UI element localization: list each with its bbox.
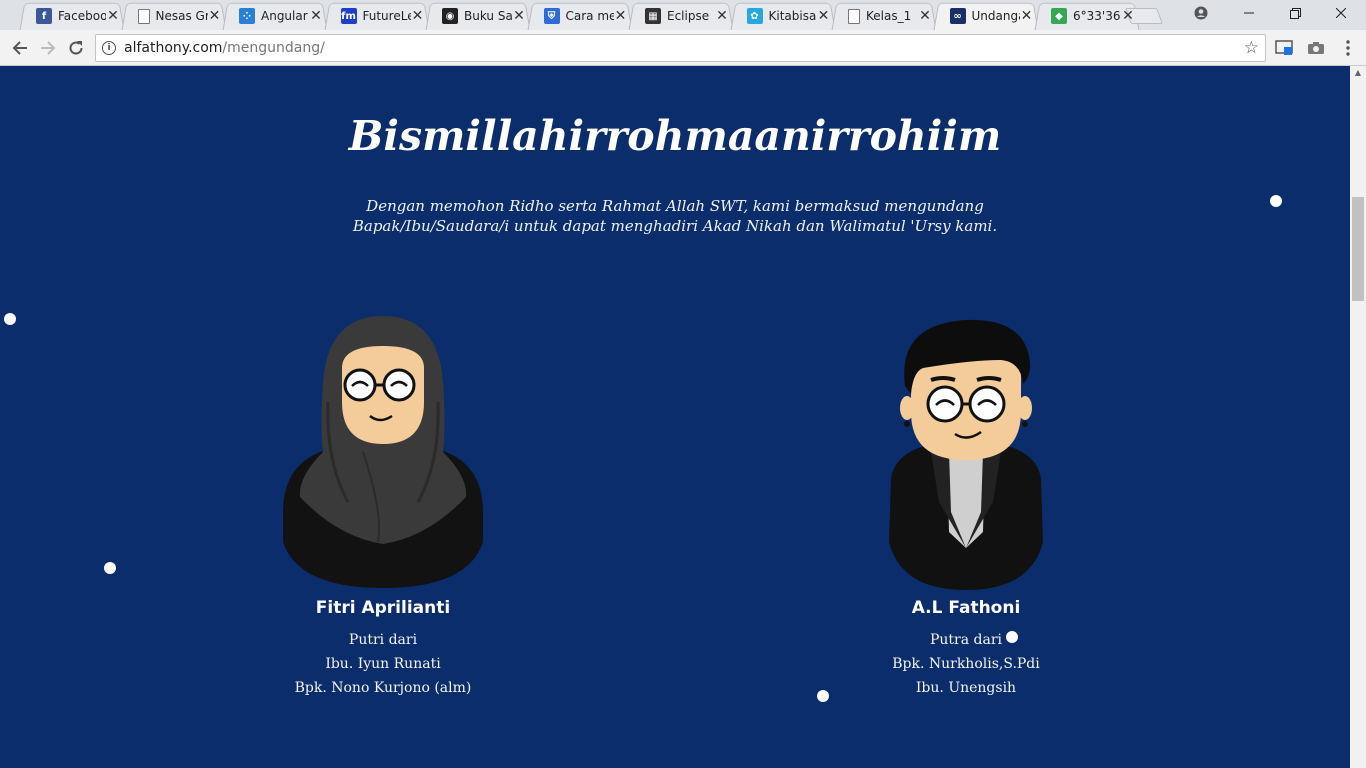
decorative-dot <box>817 690 829 702</box>
profile-icon[interactable] <box>1178 0 1224 26</box>
browser-tab[interactable]: Kelas_1 ✕ <box>828 2 940 30</box>
camera-extension-icon[interactable] <box>1306 38 1326 58</box>
browser-tab[interactable]: Nesas Gratis✕ <box>118 2 230 30</box>
facebook-icon: f <box>36 8 52 24</box>
eclipse-icon: ▦ <box>645 8 661 24</box>
url-path: /mengundang/ <box>222 40 325 56</box>
scroll-thumb[interactable] <box>1352 197 1364 301</box>
tab-title: Kelas_1 <box>866 9 912 23</box>
tab-title: Kitabisa <box>768 9 817 23</box>
browser-tab[interactable]: ▦ Eclipse ✕ <box>625 2 737 30</box>
groom-relation: Putra dari <box>929 632 1003 648</box>
angular-dots-icon: ⁘ <box>239 8 255 24</box>
decorative-dot <box>1006 631 1018 643</box>
bride-relation: Putri dari <box>348 632 418 648</box>
groom-card: A.L Fathoni Putra dari Bpk. Nurkholis,S.… <box>816 312 1116 700</box>
bookmark-star-icon[interactable]: ☆ <box>1244 38 1259 58</box>
rings-icon: ∞ <box>949 8 966 24</box>
tab-title: Eclipse <box>667 9 710 23</box>
invitation-intro: Dengan memohon Ridho serta Rahmat Allah … <box>300 196 1050 236</box>
kitabisa-icon: ✿ <box>746 8 763 24</box>
page-icon <box>137 8 150 24</box>
browser-tab[interactable]: fm FutureLearn✕ <box>321 2 433 30</box>
decorative-dot <box>104 562 116 574</box>
back-button[interactable] <box>8 36 32 60</box>
page-scrollbar[interactable]: ▲ <box>1350 66 1366 768</box>
forward-button[interactable] <box>36 36 60 60</box>
scroll-up-arrow-icon[interactable]: ▲ <box>1350 66 1366 80</box>
decorative-dot <box>4 313 16 325</box>
browser-tab[interactable]: ✿ Kitabisa ✕ <box>727 2 839 30</box>
browser-tab[interactable]: ⛨ Cara membuat✕ <box>524 2 636 30</box>
tab-title: Buku Saku <box>464 9 512 23</box>
invitation-page: Bismillahirrohmaanirrohiim Dengan memoho… <box>0 66 1350 768</box>
tab-close-icon[interactable]: ✕ <box>614 8 628 24</box>
groom-parent-2: Ibu. Unengsih <box>915 680 1017 696</box>
tab-close-icon[interactable]: ✕ <box>817 8 831 24</box>
bride-card: Fitri Aprilianti Putri dari Ibu. Iyun Ru… <box>233 312 533 700</box>
browser-tab[interactable]: ⁘ Angular ✕ <box>219 2 331 30</box>
menu-kebab-icon[interactable] <box>1338 38 1358 58</box>
tab-title: Cara membuat <box>565 9 614 23</box>
bride-name: Fitri Aprilianti <box>315 598 451 618</box>
close-window-button[interactable] <box>1318 0 1364 26</box>
decorative-dot <box>1270 195 1282 207</box>
page-icon <box>848 8 860 24</box>
restore-button[interactable] <box>1272 0 1318 26</box>
groom-parent-1: Bpk. Nurkholis,S.Pdi <box>892 656 1040 672</box>
forward-arrow-icon <box>41 41 56 55</box>
tab-title: FutureLearn <box>362 9 411 23</box>
tab-title: Facebook <box>58 9 106 23</box>
address-bar[interactable]: i alfathony.com/mengundang/ ☆ <box>95 34 1266 62</box>
reload-button[interactable] <box>64 36 88 60</box>
tab-title: 6°33'36 <box>1073 9 1121 23</box>
intro-line-1: Dengan memohon Ridho serta Rahmat Allah … <box>366 197 984 215</box>
bride-avatar <box>283 316 483 588</box>
tab-close-icon[interactable]: ✕ <box>1020 8 1034 24</box>
browser-tab[interactable]: ◆ 6°33'36 ✕ <box>1031 2 1143 30</box>
tab-title: Nesas Gratis <box>155 9 208 23</box>
groom-avatar <box>889 319 1043 590</box>
browser-toolbar: i alfathony.com/mengundang/ ☆ <box>0 30 1366 66</box>
back-arrow-icon <box>12 41 27 55</box>
buku-icon: ◉ <box>442 8 458 24</box>
site-info-icon[interactable]: i <box>102 41 116 55</box>
browser-tab[interactable]: ◉ Buku Saku✕ <box>422 2 534 30</box>
tab-strip: fFacebook✕Nesas Gratis✕⁘Angular✕fmFuture… <box>0 0 1366 30</box>
reload-icon <box>69 41 83 55</box>
bride-parent-1: Ibu. Iyun Runati <box>325 656 441 672</box>
intro-line-2: Bapak/Ibu/Saudara/i untuk dapat menghadi… <box>352 217 998 235</box>
futurelearn-icon: fm <box>340 8 357 24</box>
tab-close-icon[interactable]: ✕ <box>918 8 932 24</box>
browser-tab[interactable]: ∞ Undangan✕ <box>930 2 1042 30</box>
browser-tab[interactable]: f Facebook✕ <box>16 2 128 30</box>
groom-name: A.L Fathoni <box>911 598 1021 618</box>
tab-close-icon[interactable]: ✕ <box>411 8 425 24</box>
tab-close-icon[interactable]: ✕ <box>1121 8 1135 24</box>
shield-icon: ⛨ <box>543 8 560 24</box>
cast-extension-icon[interactable] <box>1274 38 1294 58</box>
maps-icon: ◆ <box>1051 8 1067 24</box>
tab-title: Angular <box>261 9 308 23</box>
tab-title: Undangan <box>971 9 1020 23</box>
url-host: alfathony.com <box>124 40 223 56</box>
tab-close-icon[interactable]: ✕ <box>512 8 526 24</box>
page-title: Bismillahirrohmaanirrohiim <box>348 112 1002 160</box>
tab-close-icon[interactable]: ✕ <box>309 8 323 24</box>
bride-parent-2: Bpk. Nono Kurjono (alm) <box>294 680 472 696</box>
tab-close-icon[interactable]: ✕ <box>208 8 222 24</box>
minimize-button[interactable] <box>1226 0 1272 26</box>
tab-close-icon[interactable]: ✕ <box>106 8 120 24</box>
tab-close-icon[interactable]: ✕ <box>715 8 729 24</box>
